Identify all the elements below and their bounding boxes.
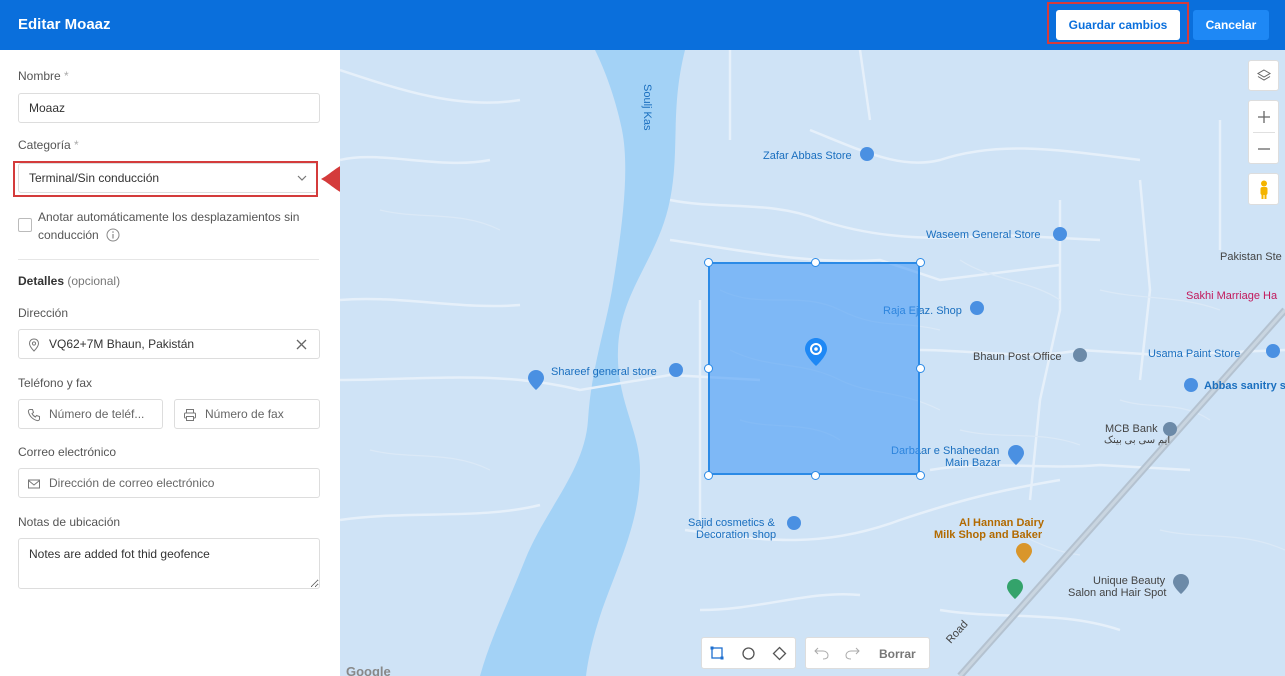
redo-button[interactable] (837, 638, 868, 668)
shop-icon (970, 301, 984, 315)
poi-salon-and-hair-spot: Salon and Hair Spot (1068, 587, 1167, 599)
map-pin-icon (1173, 574, 1189, 594)
park-icon (1007, 579, 1023, 599)
polygon-icon (772, 646, 787, 661)
poi-bhaun-post-office[interactable]: Bhaun Post Office (973, 351, 1061, 363)
poi-sajid-cosmetics[interactable]: Sajid cosmetics & (688, 517, 775, 529)
poi-shareef-general-store[interactable]: Shareef general store (551, 366, 657, 378)
shop-icon (669, 363, 683, 377)
layers-button[interactable] (1248, 60, 1279, 91)
geofence-handle[interactable] (704, 471, 713, 480)
poi-al-hannan-dairy[interactable]: Al Hannan Dairy (959, 517, 1044, 529)
poi-milk-shop-and-baker: Milk Shop and Baker (934, 529, 1043, 541)
notes-textarea[interactable]: Notes are added fot thid geofence (18, 538, 320, 589)
cart-icon (1008, 445, 1024, 465)
layers-icon (1257, 69, 1271, 81)
pegman-icon (1260, 180, 1268, 199)
clear-icon[interactable] (296, 339, 307, 350)
category-highlight-box (13, 161, 318, 197)
post-office-icon (1073, 348, 1087, 362)
poi-abbas-sanitary-store[interactable]: Abbas sanitry s (1204, 380, 1285, 392)
undo-icon (814, 647, 829, 660)
poi-usama-paint-store[interactable]: Usama Paint Store (1148, 348, 1240, 360)
draw-circle-button[interactable] (733, 638, 764, 668)
phone-fax-label: Teléfono y fax (18, 376, 93, 390)
poi-mcb-bank[interactable]: MCB Bank (1105, 423, 1158, 435)
poi-sakhi-marriage-hall[interactable]: Sakhi Marriage Ha (1186, 290, 1277, 302)
fax-input[interactable]: Número de fax (174, 399, 320, 429)
bank-icon (1163, 422, 1177, 436)
geofence-handle[interactable] (916, 258, 925, 267)
circle-icon (742, 647, 755, 660)
auto-annotate-checkbox[interactable] (18, 218, 32, 232)
poi-unique-beauty[interactable]: Unique Beauty (1093, 575, 1165, 587)
geofence-handle[interactable] (811, 471, 820, 480)
restaurant-icon (1016, 543, 1032, 563)
erase-button[interactable]: Borrar (879, 647, 916, 661)
page-title: Editar Moaaz (18, 16, 111, 33)
poi-waseem-general-store[interactable]: Waseem General Store (926, 229, 1041, 241)
shop-icon (860, 147, 874, 161)
address-label: Dirección (18, 306, 69, 320)
name-label: Nombre * (18, 69, 69, 83)
river-label: Soulj Kas (641, 84, 653, 131)
address-input[interactable]: VQ62+7M Bhaun, Pakistán (18, 329, 320, 359)
shop-icon (1053, 227, 1067, 241)
divider (18, 259, 319, 260)
cancel-button[interactable]: Cancelar (1193, 10, 1269, 40)
zoom-out-icon[interactable] (1256, 141, 1272, 157)
location-pin-icon (28, 338, 40, 352)
edit-tools: Borrar (805, 637, 930, 669)
location-marker-icon[interactable] (805, 338, 827, 366)
zoom-control (1248, 100, 1279, 164)
name-input[interactable]: Moaaz (18, 93, 320, 123)
poi-zafar-abbas-store[interactable]: Zafar Abbas Store (763, 150, 852, 162)
geofence-handle[interactable] (704, 364, 713, 373)
details-section-title: Detalles (opcional) (18, 274, 121, 288)
phone-input[interactable]: Número de teléf... (18, 399, 163, 429)
shop-icon (1184, 378, 1198, 392)
drawing-tools (701, 637, 796, 669)
map-view[interactable]: Soulj Kas Zafar Abbas Store Waseem Gener… (340, 50, 1285, 676)
map-pin-icon (528, 370, 544, 390)
email-input[interactable]: Dirección de correo electrónico (18, 468, 320, 498)
edit-form-panel: Nombre * Moaaz Categoría * Terminal/Sin … (0, 50, 382, 676)
info-icon[interactable] (106, 228, 120, 242)
geofence-handle[interactable] (916, 364, 925, 373)
street-view-button[interactable] (1248, 173, 1279, 205)
geofence-handle[interactable] (916, 471, 925, 480)
poi-main-bazar: Main Bazar (945, 457, 1001, 469)
shop-icon (787, 516, 801, 530)
notes-label: Notas de ubicación (18, 515, 121, 529)
poi-pakistan-store[interactable]: Pakistan Ste (1220, 251, 1282, 263)
email-label: Correo electrónico (18, 445, 117, 459)
category-label: Categoría * (18, 138, 79, 152)
google-logo: Google (346, 664, 391, 676)
geofence-handle[interactable] (704, 258, 713, 267)
phone-icon (27, 409, 40, 422)
printer-icon (184, 409, 196, 421)
shop-icon (1266, 344, 1280, 358)
save-highlight-box (1047, 2, 1189, 44)
poi-mcb-bank-urdu: ایم سی بی بینک (1104, 435, 1171, 446)
zoom-in-icon[interactable] (1256, 109, 1272, 125)
geofence-handle[interactable] (811, 258, 820, 267)
draw-rectangle-button[interactable] (702, 638, 733, 668)
mail-icon (28, 479, 40, 489)
undo-button[interactable] (806, 638, 837, 668)
redo-icon (845, 647, 860, 660)
draw-polygon-button[interactable] (764, 638, 795, 668)
auto-annotate-label: Anotar automáticamente los desplazamient… (38, 210, 300, 242)
poi-decoration-shop: Decoration shop (696, 529, 777, 541)
rectangle-icon (710, 646, 724, 660)
geofence-rectangle[interactable] (708, 262, 920, 475)
